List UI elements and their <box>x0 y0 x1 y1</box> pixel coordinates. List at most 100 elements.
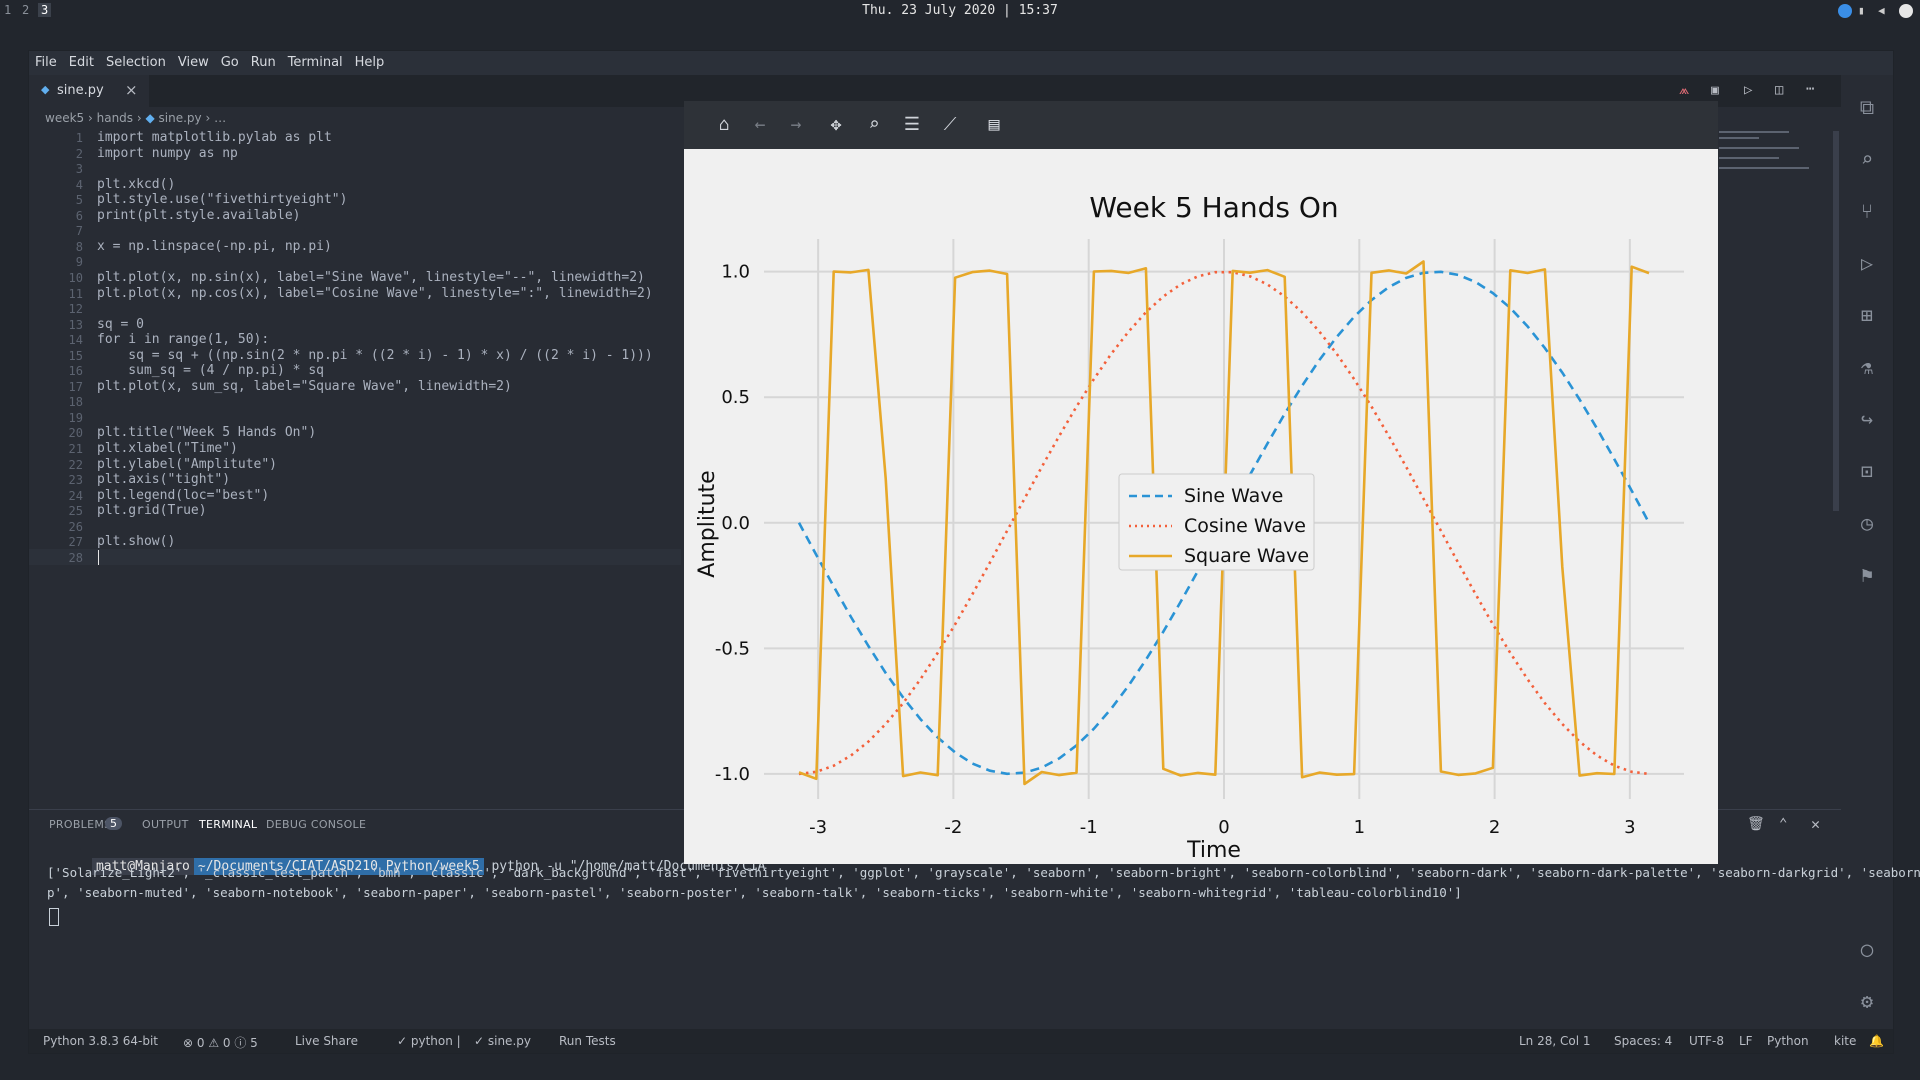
code-line[interactable]: sum_sq = (4 / np.pi) * sq <box>97 363 324 378</box>
breadcrumb-week5[interactable]: week5 <box>45 111 84 125</box>
edit-axis-icon[interactable]: ⟋ <box>938 113 962 137</box>
tab-output[interactable]: OUTPUT <box>142 818 189 831</box>
code-line[interactable]: plt.xlabel("Time") <box>97 441 238 456</box>
code-line[interactable]: plt.grid(True) <box>97 503 207 518</box>
python-interpreter[interactable]: Python 3.8.3 64-bit <box>43 1034 158 1048</box>
run-icon[interactable]: ▷ <box>1744 82 1752 98</box>
home-icon[interactable]: ⌂ <box>712 113 736 137</box>
encoding[interactable]: UTF-8 <box>1689 1034 1724 1048</box>
system-clock[interactable]: Thu. 23 July 2020 | 15:37 <box>0 3 1920 18</box>
notifications-icon[interactable]: 🔔 <box>1869 1034 1884 1048</box>
subplots-config-icon[interactable]: ☰ <box>900 113 924 137</box>
code-line[interactable]: plt.xkcd() <box>97 177 175 192</box>
y-tick-label: 0.5 <box>721 387 750 408</box>
tab-terminal[interactable]: TERMINAL <box>199 818 257 831</box>
file-status[interactable]: ✓ sine.py <box>474 1034 531 1048</box>
code-line[interactable]: plt.legend(loc="best") <box>97 488 269 503</box>
explorer-icon[interactable]: ⧉ <box>1855 95 1879 119</box>
volume-icon[interactable]: ◀ <box>1878 4 1892 18</box>
zoom-icon[interactable]: ⌕ <box>862 113 886 137</box>
cursor-position[interactable]: Ln 28, Col 1 <box>1519 1034 1591 1048</box>
more-actions-icon[interactable]: ⋯ <box>1806 81 1814 97</box>
forward-arrow-icon[interactable]: → <box>784 113 808 137</box>
menu-run[interactable]: Run <box>245 51 282 70</box>
menu-edit[interactable]: Edit <box>63 51 100 70</box>
minimap[interactable] <box>1719 131 1829 181</box>
open-preview-icon[interactable]: ▣ <box>1711 83 1719 98</box>
line-number: 23 <box>68 473 83 488</box>
testing-icon[interactable]: ⚗ <box>1855 355 1879 379</box>
menu-terminal[interactable]: Terminal <box>282 51 349 70</box>
trash-icon[interactable]: 🗑 <box>1747 816 1765 832</box>
tab-sine-py[interactable]: ◆ sine.py × <box>29 75 149 107</box>
live-share-icon[interactable]: ↪ <box>1855 407 1879 431</box>
close-panel-icon[interactable]: ✕ <box>1811 815 1820 833</box>
timeline-icon[interactable]: ◷ <box>1855 511 1879 535</box>
menu-selection[interactable]: Selection <box>100 51 172 70</box>
menu-view[interactable]: View <box>172 51 215 70</box>
source-control-icon[interactable]: ⑂ <box>1855 199 1879 223</box>
kite-icon[interactable]: ⩕ <box>1679 83 1689 98</box>
code-line[interactable]: plt.plot(x, np.cos(x), label="Cosine Wav… <box>97 286 653 301</box>
maximize-panel-icon[interactable]: ⌃ <box>1779 816 1787 832</box>
plot-area[interactable]: -3 -2 -1 0 1 2 3 1.0 0.5 0.0 -0.5 -1.0 Week 5 Hands… <box>684 149 1718 864</box>
code-line[interactable]: import matplotlib.pylab as plt <box>97 130 332 145</box>
code-line[interactable]: plt.show() <box>97 534 175 549</box>
account-icon[interactable]: ◯ <box>1855 937 1879 961</box>
code-line[interactable]: plt.plot(x, sum_sq, label="Square Wave",… <box>97 379 512 394</box>
legend-cosine-label: Cosine Wave <box>1184 515 1306 537</box>
code-editor[interactable]: 1 import matplotlib.pylab as plt 2 import n… <box>29 130 681 691</box>
python-file-icon: ◆ <box>145 111 155 125</box>
code-line[interactable]: plt.title("Week 5 Hands On") <box>97 425 316 440</box>
breadcrumb-symbol[interactable]: … <box>214 111 226 125</box>
code-line[interactable]: print(plt.style.available) <box>97 208 301 223</box>
pan-icon[interactable]: ✥ <box>824 113 848 137</box>
legend-sine-label: Sine Wave <box>1184 485 1283 507</box>
code-line[interactable]: x = np.linspace(-np.pi, np.pi) <box>97 239 332 254</box>
code-line[interactable]: plt.ylabel("Amplitute") <box>97 457 277 472</box>
remote-explorer-icon[interactable]: ⊡ <box>1855 459 1879 483</box>
end-of-line[interactable]: LF <box>1739 1034 1753 1048</box>
back-arrow-icon[interactable]: ← <box>748 113 772 137</box>
code-line[interactable]: plt.axis("tight") <box>97 472 230 487</box>
code-line[interactable]: sq = 0 <box>97 317 144 332</box>
line-number: 27 <box>68 535 83 550</box>
kite-status[interactable]: kite <box>1834 1034 1856 1048</box>
tab-problems[interactable]: PROBLEMS <box>49 818 111 831</box>
language-mode[interactable]: Python <box>1767 1034 1809 1048</box>
signal-icon[interactable]: ▮ <box>1858 4 1872 18</box>
editor-scrollbar[interactable] <box>1833 131 1839 511</box>
terminal-cursor <box>49 908 59 926</box>
code-line[interactable]: for i in range(1, 50): <box>97 332 269 347</box>
code-line[interactable]: plt.plot(x, np.sin(x), label="Sine Wave"… <box>97 270 645 285</box>
live-share-button[interactable]: Live Share <box>295 1034 358 1048</box>
save-figure-icon[interactable]: ▤ <box>982 113 1006 137</box>
cloud-icon[interactable] <box>1838 4 1852 18</box>
code-line[interactable]: plt.style.use("fivethirtyeight") <box>97 192 347 207</box>
bookmarks-icon[interactable]: ⚑ <box>1855 563 1879 587</box>
extensions-icon[interactable]: ⊞ <box>1855 303 1879 327</box>
code-line[interactable]: sq = sq + ((np.sin(2 * np.pi * ((2 * i) … <box>97 348 652 363</box>
breadcrumb-hands[interactable]: hands <box>97 111 133 125</box>
run-debug-icon[interactable]: ▷ <box>1855 251 1879 275</box>
lint-status[interactable]: ✓ python | <box>397 1034 461 1048</box>
line-number: 8 <box>75 239 83 254</box>
line-number: 26 <box>68 519 83 534</box>
menu-go[interactable]: Go <box>215 51 245 70</box>
menu-file[interactable]: File <box>29 51 63 70</box>
tab-debug-console[interactable]: DEBUG CONSOLE <box>266 818 366 831</box>
run-tests-button[interactable]: Run Tests <box>559 1034 616 1048</box>
indentation[interactable]: Spaces: 4 <box>1614 1034 1672 1048</box>
x-tick-label: -1 <box>1080 817 1098 838</box>
split-editor-icon[interactable]: ◫ <box>1775 82 1783 98</box>
y-tick-label: 1.0 <box>721 262 750 283</box>
search-icon[interactable]: ⌕ <box>1855 147 1879 171</box>
settings-gear-icon[interactable]: ⚙ <box>1855 989 1879 1013</box>
code-line[interactable]: import numpy as np <box>97 146 238 161</box>
close-icon[interactable]: × <box>125 81 138 99</box>
shield-icon[interactable] <box>1899 4 1913 18</box>
menu-help[interactable]: Help <box>349 51 391 70</box>
breadcrumb-file[interactable]: sine.py <box>159 111 202 125</box>
problems-indicator[interactable]: ⊗ 0 ⚠ 0 ⓘ 5 <box>183 1034 258 1051</box>
tab-label: sine.py <box>57 83 104 98</box>
